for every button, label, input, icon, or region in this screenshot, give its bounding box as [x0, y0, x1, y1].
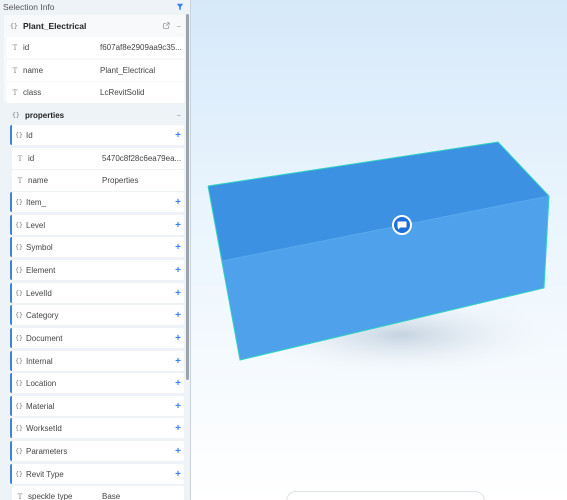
text-type-icon: T — [17, 492, 23, 500]
properties-header[interactable]: {} properties − — [6, 105, 185, 125]
braces-icon: {} — [15, 357, 23, 365]
field-row-id: T id 5470c8f28c6ea79ea... — [12, 148, 184, 169]
group-row-id[interactable]: {} Id + — [10, 125, 184, 145]
field-value: 5470c8f28c6ea79ea... — [102, 154, 182, 163]
text-type-icon: T — [12, 66, 18, 75]
filter-icon[interactable] — [176, 3, 184, 11]
group-row-category[interactable]: {} Category + — [10, 305, 184, 325]
viewer-toolbar[interactable] — [286, 491, 485, 500]
object-header[interactable]: {} Plant_Electrical − — [4, 15, 185, 37]
selection-info-panel: Selection Info {} Plant_Electrical − T i… — [0, 0, 191, 500]
field-row-speckle-type: T speckle type Base — [12, 486, 184, 500]
group-row-location[interactable]: {} Location + — [10, 373, 184, 393]
scrollbar-thumb[interactable] — [186, 14, 189, 380]
group-row-material[interactable]: {} Material + — [10, 396, 184, 416]
field-key: name — [28, 176, 49, 185]
field-row-class: T class LcRevitSolid — [7, 82, 184, 103]
properties-name: properties — [25, 110, 65, 120]
group-label: Element — [26, 265, 56, 275]
plus-icon[interactable]: + — [172, 130, 184, 141]
plus-icon[interactable]: + — [172, 423, 184, 434]
field-key: id — [23, 43, 30, 52]
braces-icon: {} — [15, 402, 23, 410]
braces-icon: {} — [15, 379, 23, 387]
field-row-name: T name Plant_Electrical — [7, 60, 184, 81]
text-type-icon: T — [12, 43, 18, 52]
group-label: Internal — [26, 356, 53, 366]
plus-icon[interactable]: + — [172, 265, 184, 276]
braces-icon: {} — [15, 266, 23, 274]
text-type-icon: T — [17, 154, 23, 163]
group-label: Item_ — [26, 197, 47, 207]
group-row-item[interactable]: {} Item_ + — [10, 192, 184, 212]
object-name: Plant_Electrical — [23, 21, 87, 31]
group-row-document[interactable]: {} Document + — [10, 328, 184, 348]
field-row-name: T name Properties — [12, 170, 184, 191]
plus-icon[interactable]: + — [172, 310, 184, 321]
plus-icon[interactable]: + — [172, 288, 184, 299]
plus-icon[interactable]: + — [172, 378, 184, 389]
group-label: Level — [26, 220, 46, 230]
group-row-revit-type[interactable]: {} Revit Type + — [10, 464, 184, 484]
group-row-level[interactable]: {} Level + — [10, 215, 184, 235]
plus-icon[interactable]: + — [172, 401, 184, 412]
plus-icon[interactable]: + — [172, 469, 184, 480]
group-row-element[interactable]: {} Element + — [10, 260, 184, 280]
comment-icon[interactable] — [392, 215, 412, 235]
scrollbar[interactable] — [186, 14, 189, 500]
group-label: Location — [26, 378, 57, 388]
braces-icon: {} — [15, 311, 23, 319]
plus-icon[interactable]: + — [172, 356, 184, 367]
field-value: f607af8e2909aa9c35... — [100, 43, 182, 52]
group-row-internal[interactable]: {} Internal + — [10, 351, 184, 371]
group-label: WorksetId — [26, 423, 62, 433]
group-label: Parameters — [26, 446, 68, 456]
plus-icon[interactable]: + — [172, 333, 184, 344]
group-row-worksetid[interactable]: {} WorksetId + — [10, 418, 184, 438]
group-row-parameters[interactable]: {} Parameters + — [10, 441, 184, 461]
braces-icon: {} — [15, 447, 23, 455]
braces-icon: {} — [15, 424, 23, 432]
external-link-icon[interactable] — [162, 22, 170, 30]
field-key: speckle type — [28, 492, 73, 500]
group-row-symbol[interactable]: {} Symbol + — [10, 237, 184, 257]
braces-icon: {} — [15, 243, 23, 251]
plus-icon[interactable]: + — [172, 220, 184, 231]
group-label: Revit Type — [26, 469, 64, 479]
group-label: LevelId — [26, 288, 52, 298]
3d-viewport[interactable] — [191, 0, 567, 500]
field-value: LcRevitSolid — [100, 88, 145, 97]
minus-icon[interactable]: − — [176, 111, 181, 120]
field-key: id — [28, 154, 35, 163]
panel-header: Selection Info — [0, 0, 190, 14]
minus-icon[interactable]: − — [176, 22, 181, 31]
braces-icon: {} — [15, 289, 23, 297]
group-label: Symbol — [26, 242, 53, 252]
group-row-levelid[interactable]: {} LevelId + — [10, 283, 184, 303]
group-label: Category — [26, 310, 59, 320]
braces-icon: {} — [10, 22, 18, 30]
plus-icon[interactable]: + — [172, 242, 184, 253]
braces-icon: {} — [12, 111, 20, 119]
panel-title: Selection Info — [3, 2, 55, 12]
plus-icon[interactable]: + — [172, 197, 184, 208]
field-key: class — [23, 88, 42, 97]
braces-icon: {} — [15, 198, 23, 206]
braces-icon: {} — [15, 131, 23, 139]
field-value: Plant_Electrical — [100, 66, 156, 75]
text-type-icon: T — [12, 88, 18, 97]
field-row-id: T id f607af8e2909aa9c35... — [7, 37, 184, 58]
braces-icon: {} — [15, 221, 23, 229]
text-type-icon: T — [17, 176, 23, 185]
group-label: Id — [26, 130, 33, 140]
field-key: name — [23, 66, 44, 75]
group-label: Document — [26, 333, 63, 343]
field-value: Base — [102, 492, 121, 500]
plus-icon[interactable]: + — [172, 446, 184, 457]
field-value: Properties — [102, 176, 139, 185]
group-label: Material — [26, 401, 55, 411]
braces-icon: {} — [15, 470, 23, 478]
braces-icon: {} — [15, 334, 23, 342]
viewport-canvas[interactable] — [191, 0, 567, 500]
